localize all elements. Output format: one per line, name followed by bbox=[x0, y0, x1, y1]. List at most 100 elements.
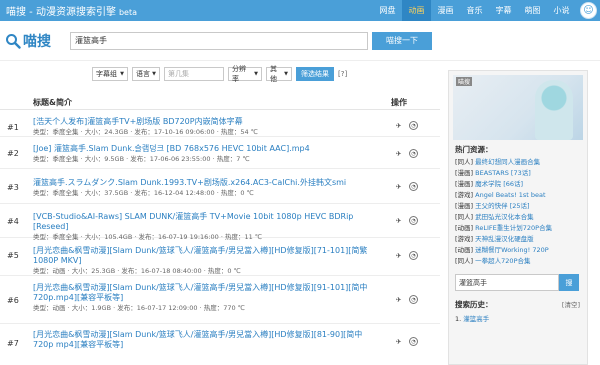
row-number: #4 bbox=[7, 217, 19, 226]
site-title-text: 喵搜 - 动漫资源搜索引擎 bbox=[6, 7, 116, 18]
magnet-icon[interactable]: ◔ bbox=[409, 337, 418, 346]
download-icon[interactable]: ✈ bbox=[394, 216, 403, 225]
hot-tag: [漫画] bbox=[455, 169, 474, 177]
row-number: #1 bbox=[7, 123, 19, 132]
magnet-icon[interactable]: ◔ bbox=[409, 182, 418, 191]
beta-label: beta bbox=[118, 8, 138, 17]
list-item: [漫画] 王父的快伴 [25话] bbox=[455, 201, 587, 212]
site-title[interactable]: 喵搜 - 动漫资源搜索引擎 beta bbox=[6, 3, 137, 18]
top-nav: 网盘 动画 漫画 音乐 字幕 萌图 小说 bbox=[373, 0, 576, 21]
chevron-down-icon: ▼ bbox=[152, 71, 156, 77]
download-icon[interactable]: ✈ bbox=[394, 295, 403, 304]
top-bar: 喵搜 - 动漫资源搜索引擎 beta 网盘 动画 漫画 音乐 字幕 萌图 小说 … bbox=[0, 0, 600, 21]
history-clear-button[interactable]: [清空] bbox=[562, 299, 580, 310]
download-icon[interactable]: ✈ bbox=[394, 121, 403, 130]
subgroup-select-label: 字幕组 bbox=[96, 70, 117, 78]
filter-button[interactable]: 筛选结果 bbox=[296, 67, 334, 81]
hot-link[interactable]: 王父的快伴 [25话] bbox=[475, 202, 529, 210]
hot-link[interactable]: ReLIFE重生计划720P合集 bbox=[475, 224, 552, 232]
avatar[interactable]: ☺ bbox=[580, 2, 597, 19]
search-button[interactable]: 喵搜一下 bbox=[372, 31, 432, 50]
hot-tag: [漫画] bbox=[455, 180, 474, 188]
hot-link[interactable]: 天神乱漫汉化硬盘版 bbox=[475, 235, 534, 243]
history-item: 1. 灌篮高手 bbox=[455, 313, 581, 323]
language-select-label: 语言 bbox=[136, 70, 150, 78]
help-link[interactable]: [?] bbox=[338, 70, 347, 78]
history-header: 搜索历史： [清空] bbox=[455, 299, 580, 310]
other-select[interactable]: 其他 ▼ bbox=[266, 65, 292, 83]
column-title: 标题&简介 bbox=[33, 98, 72, 107]
hot-link[interactable]: BEASTARS [73话] bbox=[475, 169, 531, 177]
table-row: #5 [月光恋曲&枫雪动漫][Slam Dunk/篮球飞人/灌篮高手/男兒當入樽… bbox=[0, 238, 440, 276]
table-row: #1 [浩天个人发布]灌篮高手TV+剧场版 BD720P内嵌简体字幕 类型：季度… bbox=[0, 111, 440, 137]
table-row: #2 [Joe] 灌篮高手.Slam Dunk.슬램덩크 [BD 768x576… bbox=[0, 137, 440, 169]
other-select-label: 其他 bbox=[270, 65, 277, 83]
table-row: #3 灌篮高手.スラムダンク.Slam Dunk.1993.TV+剧场版.x26… bbox=[0, 169, 440, 204]
list-item: [动画] ReLIFE重生计划720P合集 bbox=[455, 223, 587, 234]
sidebar-search: 灌篮高手 搜 bbox=[455, 274, 583, 291]
nav-item-comic[interactable]: 漫画 bbox=[431, 0, 460, 21]
resolution-select-label: 分辨率 bbox=[232, 65, 246, 83]
result-title-link[interactable]: [浩天个人发布]灌篮高手TV+剧场版 BD720P内嵌简体字幕 bbox=[33, 117, 378, 127]
sidebar-search-input[interactable]: 灌篮高手 bbox=[455, 274, 559, 291]
logo[interactable]: 喵搜 bbox=[5, 31, 70, 51]
result-title-link[interactable]: [月光恋曲&枫雪动漫][Slam Dunk/篮球飞人/灌篮高手/男兒當入樽][H… bbox=[33, 330, 378, 350]
nav-item-images[interactable]: 萌图 bbox=[518, 0, 547, 21]
hot-link[interactable]: 武田弘光汉化本合集 bbox=[475, 213, 534, 221]
nav-item-music[interactable]: 音乐 bbox=[460, 0, 489, 21]
subgroup-select[interactable]: 字幕组 ▼ bbox=[92, 67, 128, 81]
download-icon[interactable]: ✈ bbox=[394, 182, 403, 191]
list-item: [同人] 武田弘光汉化本合集 bbox=[455, 212, 587, 223]
list-item: [游戏] 天神乱漫汉化硬盘版 bbox=[455, 234, 587, 245]
magnet-icon[interactable]: ◔ bbox=[409, 121, 418, 130]
magnet-icon[interactable]: ◔ bbox=[409, 216, 418, 225]
result-title-link[interactable]: [月光恋曲&枫雪动漫][Slam Dunk/篮球飞人/灌篮高手/男兒當入樽][H… bbox=[33, 246, 378, 266]
nav-item-novel[interactable]: 小说 bbox=[547, 0, 576, 21]
hot-resources-title: 热门资源： bbox=[455, 145, 493, 154]
magnet-icon[interactable]: ◔ bbox=[409, 149, 418, 158]
sidebar-search-button[interactable]: 搜 bbox=[559, 274, 579, 291]
history-link[interactable]: 灌篮高手 bbox=[463, 315, 489, 323]
hot-link[interactable]: 迷糊餐厅Working! 720P bbox=[475, 246, 549, 254]
nav-item-netdisk[interactable]: 网盘 bbox=[373, 0, 402, 21]
hot-tag: [同人] bbox=[455, 158, 474, 166]
hot-link[interactable]: 最终幻想同人漫画合集 bbox=[475, 158, 540, 166]
result-title-link[interactable]: [VCB-Studio&AI-Raws] SLAM DUNK/灌篮高手 TV+M… bbox=[33, 212, 378, 232]
hot-link[interactable]: Angel Beats! 1st beat bbox=[475, 191, 545, 199]
magnet-icon[interactable]: ◔ bbox=[409, 295, 418, 304]
episode-input-placeholder: 第几集 bbox=[168, 70, 189, 78]
hot-link[interactable]: 魔术学院 [66话] bbox=[475, 180, 523, 188]
results-list: #1 [浩天个人发布]灌篮高手TV+剧场版 BD720P内嵌简体字幕 类型：季度… bbox=[0, 111, 440, 354]
download-icon[interactable]: ✈ bbox=[394, 337, 403, 346]
sidebar: 喵搜 热门资源： [同人] 最终幻想同人漫画合集 [漫画] BEASTARS [… bbox=[448, 70, 588, 365]
hot-tag: [动画] bbox=[455, 246, 474, 254]
result-title-link[interactable]: [Joe] 灌篮高手.Slam Dunk.슬램덩크 [BD 768x576 HE… bbox=[33, 144, 378, 154]
nav-item-anime[interactable]: 动画 bbox=[402, 0, 431, 21]
download-icon[interactable]: ✈ bbox=[394, 251, 403, 260]
list-item: [同人] 一拳超人720P合集 bbox=[455, 256, 587, 267]
episode-input[interactable]: 第几集 bbox=[164, 67, 224, 81]
list-item: [同人] 最终幻想同人漫画合集 bbox=[455, 157, 587, 168]
hot-link[interactable]: 一拳超人720P合集 bbox=[475, 257, 530, 265]
list-item: [动画] 迷糊餐厅Working! 720P bbox=[455, 245, 587, 256]
row-number: #6 bbox=[7, 296, 19, 305]
hot-tag: [游戏] bbox=[455, 191, 474, 199]
hot-tag: [同人] bbox=[455, 213, 474, 221]
row-number: #5 bbox=[7, 251, 19, 260]
hot-tag: [同人] bbox=[455, 257, 474, 265]
result-title-link[interactable]: 灌篮高手.スラムダンク.Slam Dunk.1993.TV+剧场版.x264.A… bbox=[33, 178, 378, 188]
chevron-down-icon: ▼ bbox=[120, 71, 124, 77]
result-meta: 类型：动画 · 大小：1.9GB · 发布：16-07-17 12:09:00 … bbox=[33, 304, 245, 312]
magnet-icon[interactable]: ◔ bbox=[409, 251, 418, 260]
result-title-link[interactable]: [月光恋曲&枫雪动漫][Slam Dunk/篮球飞人/灌篮高手/男兒當入樽][H… bbox=[33, 283, 378, 303]
hot-tag: [漫画] bbox=[455, 202, 474, 210]
nav-item-subtitle[interactable]: 字幕 bbox=[489, 0, 518, 21]
list-item: [漫画] 魔术学院 [66话] bbox=[455, 179, 587, 190]
search-input[interactable]: 灌篮高手 bbox=[70, 31, 368, 50]
sidebar-banner-image[interactable]: 喵搜 bbox=[453, 75, 583, 140]
resolution-select[interactable]: 分辨率 ▼ bbox=[228, 65, 262, 83]
download-icon[interactable]: ✈ bbox=[394, 149, 403, 158]
hot-tag: [动画] bbox=[455, 224, 474, 232]
language-select[interactable]: 语言 ▼ bbox=[132, 67, 160, 81]
chevron-down-icon: ▼ bbox=[254, 71, 258, 77]
